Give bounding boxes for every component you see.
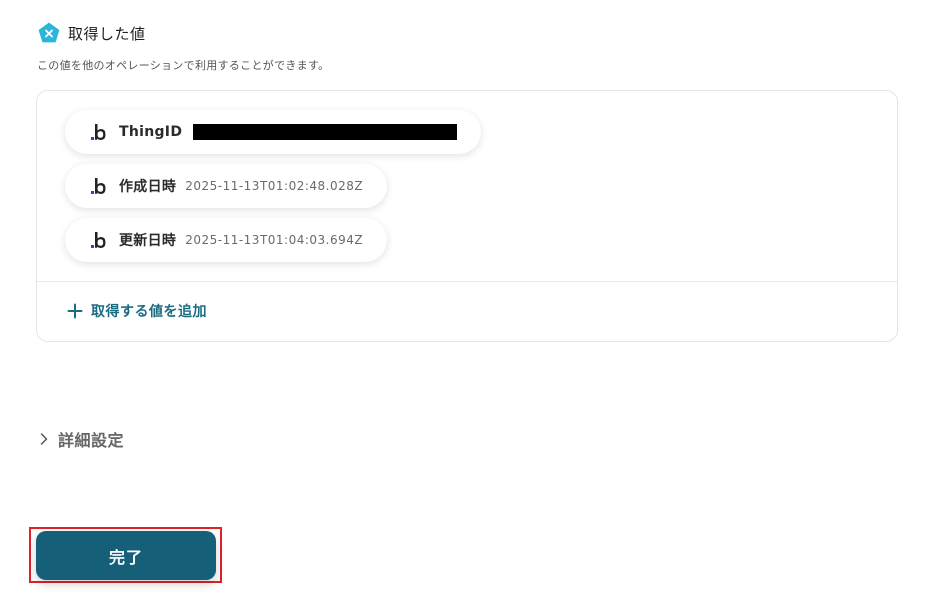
value-chip-label: ThingID — [119, 124, 183, 140]
values-card: ThingID 作成日時 2025-11-13T01:02:48.028Z 更新… — [36, 90, 898, 342]
card-divider — [37, 281, 897, 282]
value-chip-value: 2025-11-13T01:04:03.694Z — [185, 233, 364, 247]
value-chip-created-at[interactable]: 作成日時 2025-11-13T01:02:48.028Z — [65, 164, 388, 208]
section-description: この値を他のオペレーションで利用することができます。 — [37, 59, 330, 72]
value-chip-label: 作成日時 — [119, 179, 177, 195]
add-value-label: 取得する値を追加 — [91, 304, 207, 320]
advanced-settings-label: 詳細設定 — [58, 431, 125, 450]
value-chip-value: 2025-11-13T01:02:48.028Z — [185, 179, 364, 193]
b-app-icon — [91, 178, 106, 194]
section-title: 取得した値 — [68, 24, 146, 43]
advanced-settings-toggle[interactable]: 詳細設定 — [38, 427, 124, 451]
chevron-right-icon — [40, 433, 48, 445]
plus-icon — [67, 303, 83, 319]
value-chip-updated-at[interactable]: 更新日時 2025-11-13T01:04:03.694Z — [65, 218, 388, 262]
b-app-icon — [91, 124, 106, 140]
redacted-value — [193, 124, 458, 140]
value-chip-label: 更新日時 — [119, 233, 177, 249]
complete-button-label: 完了 — [108, 547, 143, 567]
b-app-icon — [91, 232, 106, 248]
x-pentagon-icon — [38, 22, 60, 43]
complete-button[interactable]: 完了 — [36, 531, 216, 580]
value-chip-thingid[interactable]: ThingID — [65, 110, 482, 154]
section-header: 取得した値 — [38, 22, 146, 44]
add-value-button[interactable]: 取得する値を追加 — [67, 301, 207, 321]
